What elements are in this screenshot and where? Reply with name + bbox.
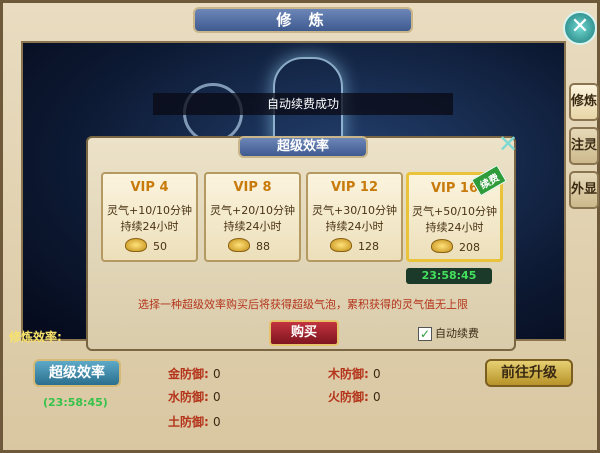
price-value: 88: [256, 240, 270, 253]
vip-level: VIP 4: [130, 180, 169, 195]
buy-button[interactable]: 购买: [269, 320, 339, 346]
gold-ingot-icon: [431, 239, 453, 253]
vip-options: VIP 4 灵气+10/10分钟 持续24小时 50 VIP 8 灵气+20/1…: [101, 164, 507, 264]
auto-renew-success-toast: 自动续费成功: [153, 93, 453, 115]
close-icon[interactable]: ✕: [563, 11, 597, 45]
metal-defense-value: 0: [213, 367, 221, 381]
spirit-rate: 灵气+10/10分钟: [107, 204, 192, 217]
super-efficiency-button[interactable]: 超级效率: [33, 359, 121, 387]
water-defense: 水防御: 0: [168, 390, 221, 404]
price-value: 208: [459, 241, 480, 254]
super-efficiency-timer: (23:58:45): [43, 396, 108, 409]
earth-defense-value: 0: [213, 415, 221, 429]
wood-defense-label: 木防御: [328, 367, 365, 381]
side-tabs: 修炼 注灵 外显: [569, 83, 599, 215]
tab-appearance[interactable]: 外显: [569, 171, 599, 209]
fire-defense-label: 火防御: [328, 390, 365, 404]
tab-appearance-label: 外显: [571, 182, 598, 197]
wood-defense: 木防御: 0: [328, 367, 381, 381]
modal-title: 超级效率: [238, 136, 368, 158]
duration: 持续24小时: [425, 221, 484, 234]
purchase-hint: 选择一种超级效率购买后将获得超级气泡，累积获得的灵气值无上限: [138, 298, 468, 311]
tab-infuse-label: 注灵: [571, 138, 598, 153]
duration: 持续24小时: [120, 220, 179, 233]
vip-option-card[interactable]: VIP 12 灵气+30/10分钟 持续24小时 128: [306, 172, 403, 262]
vip-option-card-selected[interactable]: VIP 16 续费 灵气+50/10分钟 持续24小时 208: [406, 164, 507, 262]
price-value: 128: [358, 240, 379, 253]
earth-defense-label: 土防御: [168, 415, 205, 429]
tab-infuse[interactable]: 注灵: [569, 127, 599, 165]
gold-ingot-icon: [330, 238, 352, 252]
metal-defense-label: 金防御: [168, 367, 205, 381]
vip-option-card[interactable]: VIP 4 灵气+10/10分钟 持续24小时 50: [101, 172, 198, 262]
vip-option-card[interactable]: VIP 8 灵气+20/10分钟 持续24小时 88: [204, 172, 301, 262]
wood-defense-value: 0: [373, 367, 381, 381]
tab-cultivate-label: 修炼: [571, 94, 598, 109]
modal-close-icon[interactable]: ✕: [496, 132, 520, 156]
window-frame: 修 炼 ✕ 自动续费成功 修炼 注灵 外显 修炼效率: 超级效率 (23:58:…: [0, 0, 600, 453]
earth-defense: 土防御: 0: [168, 415, 221, 429]
spirit-rate: 灵气+30/10分钟: [312, 204, 397, 217]
gold-ingot-icon: [228, 238, 250, 252]
goto-upgrade-button[interactable]: 前往升级: [485, 359, 573, 387]
duration: 持续24小时: [223, 220, 282, 233]
auto-renew-label: 自动续费: [435, 327, 479, 340]
fire-defense-value: 0: [373, 390, 381, 404]
price-value: 50: [153, 240, 167, 253]
selected-option-timer: 23:58:45: [406, 268, 492, 284]
water-defense-label: 水防御: [168, 390, 205, 404]
super-efficiency-modal: 超级效率 ✕ VIP 4 灵气+10/10分钟 持续24小时 50 VIP 8 …: [86, 132, 518, 351]
metal-defense: 金防御: 0: [168, 367, 221, 381]
spirit-rate: 灵气+50/10分钟: [412, 205, 497, 218]
window-title: 修 炼: [193, 7, 413, 33]
gold-ingot-icon: [125, 238, 147, 252]
fire-defense: 火防御: 0: [328, 390, 381, 404]
cultivation-efficiency-label: 修炼效率:: [9, 330, 62, 344]
spirit-rate: 灵气+20/10分钟: [210, 204, 295, 217]
vip-level: VIP 12: [330, 180, 379, 195]
water-defense-value: 0: [213, 390, 221, 404]
tab-cultivate[interactable]: 修炼: [569, 83, 599, 121]
auto-renew-toggle[interactable]: ✓ 自动续费: [418, 325, 479, 341]
checkbox-checked-icon[interactable]: ✓: [418, 327, 432, 341]
duration: 持续24小时: [325, 220, 384, 233]
vip-level: VIP 8: [233, 180, 272, 195]
